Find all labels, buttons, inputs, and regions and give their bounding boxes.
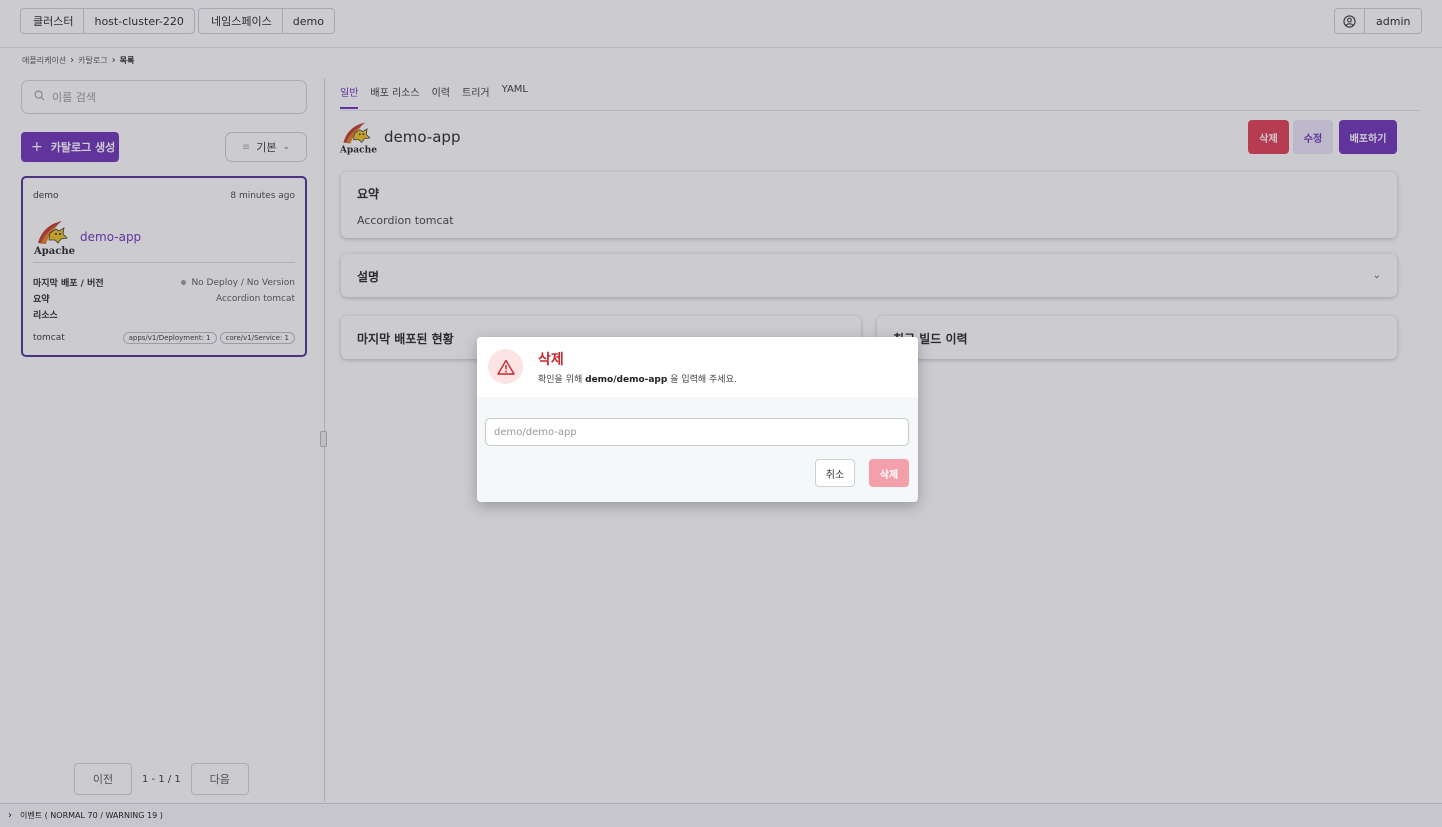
dialog-target: demo/demo-app bbox=[585, 375, 668, 385]
dialog-title: 삭제 bbox=[538, 352, 564, 368]
confirm-delete-button[interactable]: 삭제 bbox=[869, 459, 909, 487]
dialog-message: 확인을 위해 demo/demo-app 을 입력해 주세요. bbox=[538, 375, 737, 385]
dialog-header: 삭제 확인을 위해 demo/demo-app 을 입력해 주세요. bbox=[477, 337, 918, 397]
dialog-body: demo/demo-app 취소 삭제 bbox=[477, 397, 918, 502]
confirm-name-input[interactable]: demo/demo-app bbox=[485, 418, 909, 446]
events-bar[interactable]: › 이벤트 ( NORMAL 70 / WARNING 19 ) bbox=[0, 803, 1442, 827]
events-summary: 이벤트 ( NORMAL 70 / WARNING 19 ) bbox=[20, 811, 163, 820]
cancel-button[interactable]: 취소 bbox=[815, 459, 855, 487]
chevron-right-icon: › bbox=[8, 810, 12, 821]
warning-icon bbox=[488, 349, 523, 384]
delete-confirm-dialog: 삭제 확인을 위해 demo/demo-app 을 입력해 주세요. demo/… bbox=[477, 337, 918, 502]
